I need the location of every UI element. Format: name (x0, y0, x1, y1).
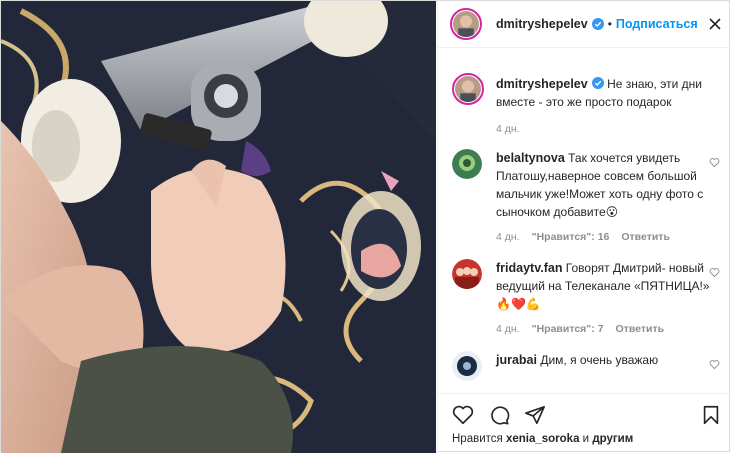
comment-meta: 4 дн. "Нравится": 16 Ответить (496, 231, 720, 243)
comment-username[interactable]: fridaytv.fan (496, 261, 562, 275)
comment-item: fridaytv.fan Говорят Дмитрий- новый веду… (438, 259, 730, 335)
author-avatar[interactable] (450, 8, 482, 40)
like-comment-heart-icon[interactable] (709, 267, 720, 278)
comment-text: Дим, я очень уважаю (540, 353, 659, 367)
heart-icon[interactable] (452, 404, 474, 426)
comment-text-block: fridaytv.fan Говорят Дмитрий- новый веду… (496, 259, 720, 313)
post-caption: dmitryshepelev Не знаю, эти дни вместе -… (438, 73, 730, 135)
follow-button[interactable]: Подписаться (616, 17, 698, 31)
likes-user[interactable]: xenia_soroka (506, 433, 580, 445)
more-options-icon[interactable] (708, 17, 722, 31)
verified-badge-icon (591, 77, 604, 89)
avatar-image (452, 259, 482, 289)
likes-others[interactable]: другим (592, 433, 633, 445)
post-side-panel: dmitryshepelev • Подписаться dmitryshepe… (437, 1, 730, 453)
avatar-image (455, 76, 481, 102)
post-header: dmitryshepelev • Подписаться (438, 1, 730, 48)
caption-username[interactable]: dmitryshepelev (496, 77, 588, 91)
comment-icon[interactable] (488, 404, 510, 426)
likes-prefix: Нравится (452, 433, 503, 445)
caption-text-block: dmitryshepelev Не знаю, эти дни вместе -… (496, 75, 720, 111)
avatar-image (452, 351, 482, 381)
comment-likes[interactable]: "Нравится": 7 (532, 323, 604, 335)
reply-button[interactable]: Ответить (621, 231, 670, 243)
like-comment-heart-icon[interactable] (709, 359, 720, 370)
comment-avatar[interactable] (452, 259, 482, 289)
bookmark-icon[interactable] (700, 404, 722, 426)
comment-likes[interactable]: "Нравится": 16 (532, 231, 610, 243)
caption-time[interactable]: 4 дн. (496, 123, 520, 135)
post-photo[interactable] (1, 1, 436, 453)
instagram-post: dmitryshepelev • Подписаться dmitryshepe… (0, 0, 730, 453)
caption-avatar[interactable] (452, 73, 484, 105)
like-comment-heart-icon[interactable] (709, 157, 720, 168)
verified-badge-icon (591, 18, 604, 30)
comment-item: belaltynova Так хочется увидеть Платошу,… (438, 149, 730, 243)
comment-meta: 4 дн. "Нравится": 7 Ответить (496, 323, 720, 335)
header-separator: • (607, 17, 612, 31)
comment-time[interactable]: 4 дн. (496, 323, 520, 335)
share-icon[interactable] (524, 404, 546, 426)
header-username[interactable]: dmitryshepelev (496, 17, 588, 31)
reply-button[interactable]: Ответить (616, 323, 665, 335)
avatar-image (453, 11, 479, 37)
action-bar (438, 393, 730, 433)
comment-avatar[interactable] (452, 149, 482, 179)
likes-summary: Нравится xenia_soroka и другим (452, 433, 633, 445)
comment-avatar[interactable] (452, 351, 482, 381)
comment-time[interactable]: 4 дн. (496, 231, 520, 243)
comment-username[interactable]: jurabai (496, 353, 537, 367)
likes-suffix-prefix: и (582, 433, 590, 445)
comment-username[interactable]: belaltynova (496, 151, 565, 165)
caption-meta: 4 дн. (496, 123, 720, 135)
avatar-image (452, 149, 482, 179)
comments-list[interactable]: dmitryshepelev Не знаю, эти дни вместе -… (438, 49, 730, 389)
comment-text-block: jurabai Дим, я очень уважаю (496, 351, 720, 369)
skateboard-photo (1, 1, 436, 453)
comment-item: jurabai Дим, я очень уважаю (438, 351, 730, 381)
comment-text-block: belaltynova Так хочется увидеть Платошу,… (496, 149, 720, 221)
